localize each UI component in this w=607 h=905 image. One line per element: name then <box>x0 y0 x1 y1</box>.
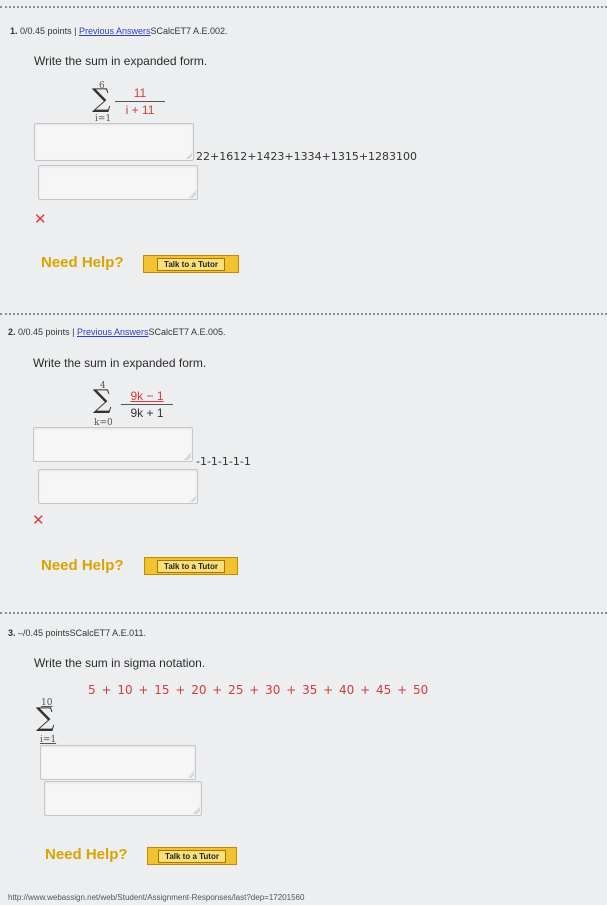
q1-answer-input[interactable] <box>34 123 194 161</box>
q3-code: SCalcET7 A.E.011. <box>69 628 146 638</box>
q1-fraction-numerator: 11 <box>133 86 147 100</box>
q1-tutor-label: Talk to a Tutor <box>157 257 225 271</box>
q3-prompt: Write the sum in sigma notation. <box>34 656 206 670</box>
q3-tutor-label: Talk to a Tutor <box>158 849 226 863</box>
q2-fraction-numerator-text: 9k − 1 <box>130 389 164 403</box>
top-divider <box>0 6 607 8</box>
q2-need-help: Need Help? <box>41 557 124 574</box>
q1-number: 1. <box>10 26 18 36</box>
q3-points: –/0.45 points <box>18 628 70 638</box>
q2-tutor-label: Talk to a Tutor <box>157 559 225 573</box>
q2-fraction-denominator: 9k + 1 <box>130 406 164 420</box>
resize-handle-icon[interactable] <box>189 191 196 198</box>
q3-need-help: Need Help? <box>45 846 128 863</box>
q3-number: 3. <box>8 628 16 638</box>
q2-answer-input[interactable] <box>33 427 193 462</box>
q1-wrong-icon: ✕ <box>34 211 47 228</box>
q1-separator: | <box>74 26 77 36</box>
q1-header: 1. 0/0.45 points | Previous AnswersSCalc… <box>10 26 228 36</box>
status-url: http://www.webassign.net/web/Student/Ass… <box>8 893 305 902</box>
q1-code: SCalcET7 A.E.002. <box>150 26 228 36</box>
q1-submitted-answer: 22+1612+1423+1334+1315+1283100 <box>196 150 418 163</box>
q2-second-input[interactable] <box>38 469 198 504</box>
q3-talk-to-tutor-button[interactable]: Talk to a Tutor <box>147 847 237 865</box>
q3-series: 5 + 10 + 15 + 20 + 25 + 30 + 35 + 40 + 4… <box>88 683 429 697</box>
q2-header: 2. 0/0.45 points | Previous AnswersSCalc… <box>8 327 226 337</box>
q2-prompt: Write the sum in expanded form. <box>33 356 207 370</box>
q2-divider <box>0 612 607 614</box>
q1-prompt: Write the sum in expanded form. <box>34 54 208 68</box>
q1-fraction: 11 i + 11 <box>115 86 165 117</box>
q1-need-help: Need Help? <box>41 254 124 271</box>
resize-handle-icon[interactable] <box>185 152 192 159</box>
q1-fraction-denominator: i + 11 <box>125 103 155 117</box>
resize-handle-icon[interactable] <box>187 771 194 778</box>
q2-submitted-answer: -1-1-1-1-1 <box>196 455 251 468</box>
q2-wrong-icon: ✕ <box>32 512 45 529</box>
q1-sigma-icon: ∑ <box>92 84 111 114</box>
q2-fraction: 9k − 1 9k + 1 <box>121 389 173 420</box>
q3-sigma-lower: i=1 <box>40 735 57 745</box>
q2-sigma-icon: ∑ <box>93 385 112 415</box>
resize-handle-icon[interactable] <box>184 453 191 460</box>
q2-separator: | <box>72 327 75 337</box>
resize-handle-icon[interactable] <box>193 807 200 814</box>
q1-divider <box>0 313 607 315</box>
q2-previous-answers-link[interactable]: Previous Answers <box>77 327 149 337</box>
q2-talk-to-tutor-button[interactable]: Talk to a Tutor <box>144 557 238 575</box>
q3-answer-input[interactable] <box>44 781 202 816</box>
q3-header: 3. –/0.45 pointsSCalcET7 A.E.011. <box>8 628 146 638</box>
q2-code: SCalcET7 A.E.005. <box>148 327 226 337</box>
q2-points: 0/0.45 points <box>18 327 70 337</box>
q2-fraction-bar <box>121 404 173 405</box>
q1-second-input[interactable] <box>38 165 198 200</box>
q2-number: 2. <box>8 327 16 337</box>
q2-fraction-numerator: 9k − 1 <box>121 389 173 403</box>
resize-handle-icon[interactable] <box>189 495 196 502</box>
q1-previous-answers-link[interactable]: Previous Answers <box>79 26 151 36</box>
q1-fraction-bar <box>115 101 165 102</box>
q3-sigma-input[interactable] <box>40 745 196 780</box>
q1-points: 0/0.45 points <box>20 26 72 36</box>
q1-talk-to-tutor-button[interactable]: Talk to a Tutor <box>143 255 239 273</box>
q3-sigma-icon: ∑ <box>36 703 55 733</box>
